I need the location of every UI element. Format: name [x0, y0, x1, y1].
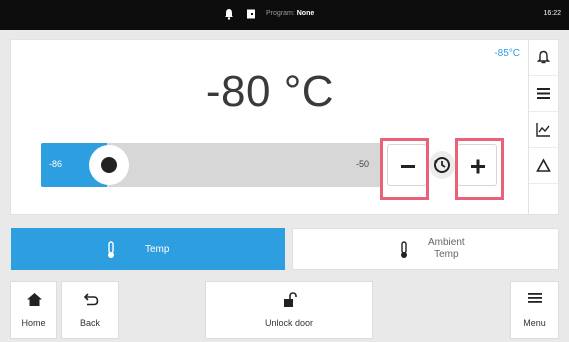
tab-temp-label: Temp: [145, 244, 170, 255]
list-icon: [537, 88, 550, 99]
thermometer-icon: [401, 241, 407, 258]
tab-ambient-line1: Ambient: [428, 237, 465, 248]
slider-max-label: -50: [355, 159, 369, 169]
sidebar-list-button[interactable]: [529, 76, 558, 112]
setpoint-slider[interactable]: -86 -50: [41, 143, 381, 187]
reset-button[interactable]: [429, 151, 455, 179]
unlock-door-button[interactable]: Unlock door: [205, 281, 373, 339]
slider-min-label: -86: [49, 159, 63, 169]
slider-handle[interactable]: [89, 145, 129, 185]
thermometer-icon: [108, 241, 114, 258]
increase-highlight: [455, 138, 504, 200]
door-icon: [247, 9, 255, 19]
ambient-temperature: -85°C: [494, 48, 520, 59]
program-status: Program: None: [266, 10, 314, 17]
tab-ambient-temp[interactable]: Ambient Temp: [292, 228, 559, 270]
home-icon: [27, 293, 42, 306]
sidebar-delta-button[interactable]: [529, 148, 558, 184]
delta-icon: [536, 158, 551, 172]
menu-button[interactable]: Menu: [510, 281, 559, 339]
tab-temp[interactable]: Temp: [11, 228, 285, 270]
sidebar-alarm-button[interactable]: [529, 40, 558, 76]
menu-icon: [528, 293, 542, 303]
bottom-bar: Home Back Unlock door Menu: [0, 281, 569, 342]
setpoint-temperature: -80 °C: [205, 67, 335, 116]
unlocked-padlock-icon: [284, 292, 297, 307]
clock: 16:22: [543, 10, 561, 17]
temperature-tabs: Temp Ambient Temp: [11, 228, 559, 270]
program-label: Program:: [266, 10, 295, 17]
unlock-door-label: Unlock door: [264, 318, 314, 328]
home-label: Home: [21, 318, 46, 328]
history-icon: [434, 157, 450, 173]
right-sidebar: [528, 39, 559, 215]
home-button[interactable]: Home: [10, 281, 57, 339]
tab-ambient-temp-label: Ambient Temp: [428, 237, 465, 261]
chart-icon: [536, 123, 550, 137]
temperature-panel: -85°C -80 °C -86 -50: [10, 39, 530, 215]
menu-label: Menu: [523, 318, 546, 328]
tab-ambient-line2: Temp: [434, 249, 459, 260]
bell-icon: [536, 50, 551, 64]
status-bar: Program: None 16:22: [0, 0, 569, 30]
back-button[interactable]: Back: [61, 281, 119, 339]
sidebar-chart-button[interactable]: [529, 112, 558, 148]
bell-icon: [225, 9, 233, 20]
decrease-highlight: [380, 138, 429, 200]
program-value: None: [296, 10, 315, 17]
back-label: Back: [79, 318, 100, 328]
back-icon: [83, 293, 99, 306]
